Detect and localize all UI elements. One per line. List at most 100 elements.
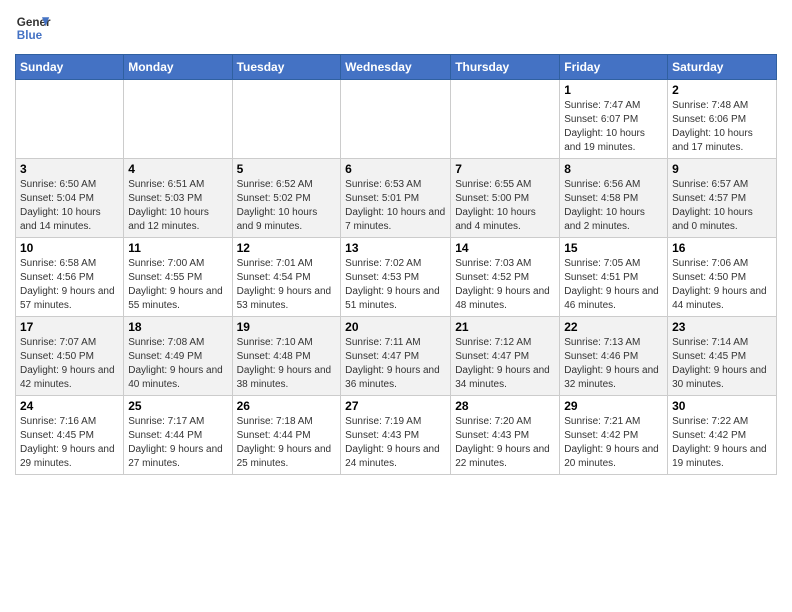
calendar-cell: 21 Sunrise: 7:12 AM Sunset: 4:47 PM Dayli… [451,317,560,396]
calendar-cell: 20 Sunrise: 7:11 AM Sunset: 4:47 PM Dayli… [341,317,451,396]
day-number: 4 [128,162,227,176]
calendar-cell: 25 Sunrise: 7:17 AM Sunset: 4:44 PM Dayli… [124,396,232,475]
calendar-cell: 3Sunrise: 6:50 AM Sunset: 5:04 PM Daylig… [16,159,124,238]
day-number: 1 [564,83,663,97]
day-info: Sunrise: 6:53 AM Sunset: 5:01 PM Dayligh… [345,178,446,234]
day-number: 12 [237,241,337,255]
day-number: 6 [345,162,446,176]
calendar-cell [341,80,451,159]
day-info: Sunrise: 7:05 AM Sunset: 4:51 PM Dayligh… [564,257,663,313]
calendar-cell: 14 Sunrise: 7:03 AM Sunset: 4:52 PM Dayli… [451,238,560,317]
calendar-cell: 16Sunrise: 7:06 AM Sunset: 4:50 PM Dayli… [668,238,777,317]
calendar-cell: 13 Sunrise: 7:02 AM Sunset: 4:53 PM Dayli… [341,238,451,317]
calendar-cell: 27 Sunrise: 7:19 AM Sunset: 4:43 PM Dayli… [341,396,451,475]
calendar-cell: 19 Sunrise: 7:10 AM Sunset: 4:48 PM Dayli… [232,317,341,396]
day-number: 5 [237,162,337,176]
day-number: 18 [128,320,227,334]
day-info: Sunrise: 7:22 AM Sunset: 4:42 PM Dayligh… [672,415,772,471]
day-number: 23 [672,320,772,334]
day-info: Sunrise: 7:19 AM Sunset: 4:43 PM Dayligh… [345,415,446,471]
weekday-header-row: SundayMondayTuesdayWednesdayThursdayFrid… [16,55,777,80]
day-number: 30 [672,399,772,413]
weekday-header-saturday: Saturday [668,55,777,80]
day-info: Sunrise: 6:57 AM Sunset: 4:57 PM Dayligh… [672,178,772,234]
day-number: 8 [564,162,663,176]
day-number: 28 [455,399,555,413]
week-row-1: 1Sunrise: 7:47 AM Sunset: 6:07 PM Daylig… [16,80,777,159]
day-info: Sunrise: 6:52 AM Sunset: 5:02 PM Dayligh… [237,178,337,234]
svg-text:Blue: Blue [17,29,43,42]
day-info: Sunrise: 7:03 AM Sunset: 4:52 PM Dayligh… [455,257,555,313]
calendar-cell: 24 Sunrise: 7:16 AM Sunset: 4:45 PM Dayli… [16,396,124,475]
calendar-cell: 28 Sunrise: 7:20 AM Sunset: 4:43 PM Dayli… [451,396,560,475]
calendar-cell [451,80,560,159]
calendar-cell: 18 Sunrise: 7:08 AM Sunset: 4:49 PM Dayli… [124,317,232,396]
day-info: Sunrise: 6:56 AM Sunset: 4:58 PM Dayligh… [564,178,663,234]
day-info: Sunrise: 7:02 AM Sunset: 4:53 PM Dayligh… [345,257,446,313]
day-info: Sunrise: 7:08 AM Sunset: 4:49 PM Dayligh… [128,336,227,392]
day-number: 21 [455,320,555,334]
calendar-cell [16,80,124,159]
calendar-cell: 7 Sunrise: 6:55 AM Sunset: 5:00 PM Daylig… [451,159,560,238]
day-info: Sunrise: 7:00 AM Sunset: 4:55 PM Dayligh… [128,257,227,313]
logo: General Blue [15,10,51,46]
day-number: 25 [128,399,227,413]
calendar-cell: 15Sunrise: 7:05 AM Sunset: 4:51 PM Dayli… [560,238,668,317]
calendar-cell [124,80,232,159]
day-info: Sunrise: 7:21 AM Sunset: 4:42 PM Dayligh… [564,415,663,471]
calendar-cell: 22Sunrise: 7:13 AM Sunset: 4:46 PM Dayli… [560,317,668,396]
calendar-cell: 6 Sunrise: 6:53 AM Sunset: 5:01 PM Daylig… [341,159,451,238]
day-number: 16 [672,241,772,255]
day-number: 2 [672,83,772,97]
day-info: Sunrise: 7:13 AM Sunset: 4:46 PM Dayligh… [564,336,663,392]
header: General Blue [15,10,777,46]
day-info: Sunrise: 7:17 AM Sunset: 4:44 PM Dayligh… [128,415,227,471]
weekday-header-wednesday: Wednesday [341,55,451,80]
day-info: Sunrise: 7:20 AM Sunset: 4:43 PM Dayligh… [455,415,555,471]
day-info: Sunrise: 7:10 AM Sunset: 4:48 PM Dayligh… [237,336,337,392]
calendar-cell [232,80,341,159]
day-number: 10 [20,241,119,255]
weekday-header-sunday: Sunday [16,55,124,80]
calendar-cell: 5 Sunrise: 6:52 AM Sunset: 5:02 PM Daylig… [232,159,341,238]
day-info: Sunrise: 6:58 AM Sunset: 4:56 PM Dayligh… [20,257,119,313]
day-info: Sunrise: 7:16 AM Sunset: 4:45 PM Dayligh… [20,415,119,471]
day-number: 13 [345,241,446,255]
day-info: Sunrise: 7:01 AM Sunset: 4:54 PM Dayligh… [237,257,337,313]
calendar-cell: 26 Sunrise: 7:18 AM Sunset: 4:44 PM Dayli… [232,396,341,475]
weekday-header-thursday: Thursday [451,55,560,80]
day-number: 17 [20,320,119,334]
day-info: Sunrise: 7:11 AM Sunset: 4:47 PM Dayligh… [345,336,446,392]
day-number: 11 [128,241,227,255]
day-number: 20 [345,320,446,334]
day-number: 27 [345,399,446,413]
week-row-2: 3Sunrise: 6:50 AM Sunset: 5:04 PM Daylig… [16,159,777,238]
weekday-header-monday: Monday [124,55,232,80]
calendar-cell: 30 Sunrise: 7:22 AM Sunset: 4:42 PM Dayli… [668,396,777,475]
calendar-cell: 10 Sunrise: 6:58 AM Sunset: 4:56 PM Dayli… [16,238,124,317]
calendar-cell: 8 Sunrise: 6:56 AM Sunset: 4:58 PM Daylig… [560,159,668,238]
week-row-5: 24 Sunrise: 7:16 AM Sunset: 4:45 PM Dayli… [16,396,777,475]
calendar-cell: 2Sunrise: 7:48 AM Sunset: 6:06 PM Daylig… [668,80,777,159]
weekday-header-friday: Friday [560,55,668,80]
day-info: Sunrise: 7:14 AM Sunset: 4:45 PM Dayligh… [672,336,772,392]
calendar-cell: 9 Sunrise: 6:57 AM Sunset: 4:57 PM Daylig… [668,159,777,238]
day-number: 19 [237,320,337,334]
calendar-cell: 17 Sunrise: 7:07 AM Sunset: 4:50 PM Dayli… [16,317,124,396]
day-info: Sunrise: 7:18 AM Sunset: 4:44 PM Dayligh… [237,415,337,471]
day-number: 14 [455,241,555,255]
calendar-cell: 4Sunrise: 6:51 AM Sunset: 5:03 PM Daylig… [124,159,232,238]
week-row-3: 10 Sunrise: 6:58 AM Sunset: 4:56 PM Dayli… [16,238,777,317]
weekday-header-tuesday: Tuesday [232,55,341,80]
day-info: Sunrise: 6:55 AM Sunset: 5:00 PM Dayligh… [455,178,555,234]
day-number: 26 [237,399,337,413]
calendar-cell: 12 Sunrise: 7:01 AM Sunset: 4:54 PM Dayli… [232,238,341,317]
day-number: 3 [20,162,119,176]
calendar-cell: 11 Sunrise: 7:00 AM Sunset: 4:55 PM Dayli… [124,238,232,317]
calendar: SundayMondayTuesdayWednesdayThursdayFrid… [15,54,777,475]
day-number: 7 [455,162,555,176]
day-info: Sunrise: 7:07 AM Sunset: 4:50 PM Dayligh… [20,336,119,392]
day-number: 9 [672,162,772,176]
day-number: 24 [20,399,119,413]
day-info: Sunrise: 7:12 AM Sunset: 4:47 PM Dayligh… [455,336,555,392]
